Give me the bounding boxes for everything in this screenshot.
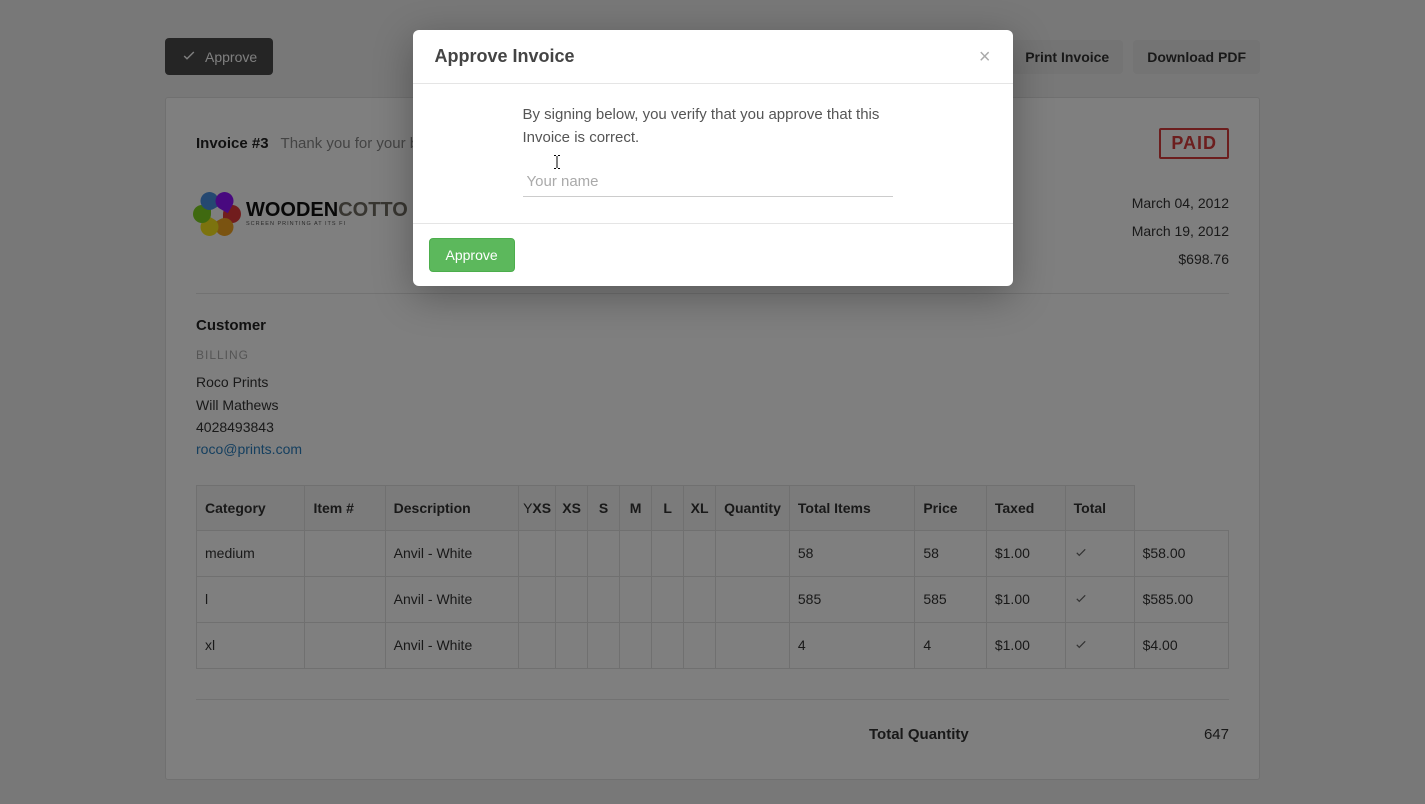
approve-button[interactable]: Approve [429,238,515,272]
modal-message: By signing below, you verify that you ap… [523,104,883,149]
signature-input[interactable] [523,167,893,197]
close-icon[interactable]: × [979,47,991,67]
modal-header: Approve Invoice × [413,30,1013,84]
modal-footer: Approve [413,223,1013,286]
modal-body: By signing below, you verify that you ap… [413,84,1013,223]
approve-invoice-modal: Approve Invoice × By signing below, you … [413,30,1013,286]
modal-backdrop[interactable]: Approve Invoice × By signing below, you … [0,0,1425,804]
modal-title: Approve Invoice [435,46,575,67]
